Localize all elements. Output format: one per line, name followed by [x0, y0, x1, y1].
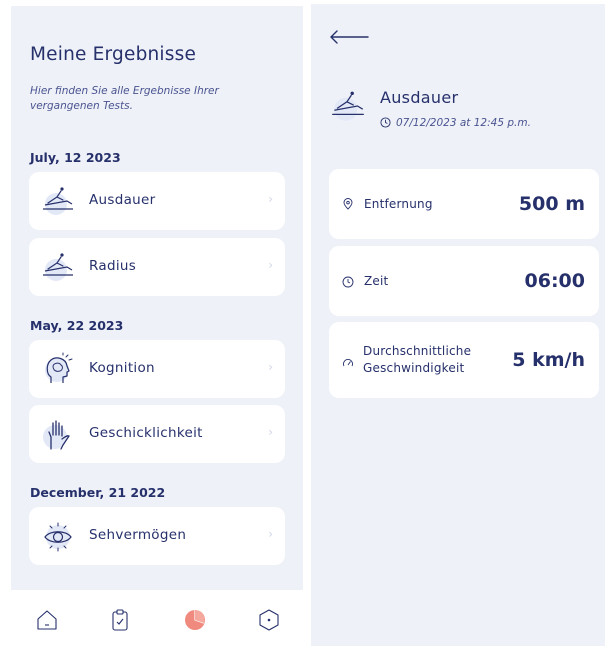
detail-datetime-text: 07/12/2023 at 12:45 p.m.: [396, 117, 531, 129]
chevron-right-icon: ›: [268, 527, 273, 541]
clock-icon: [380, 117, 391, 128]
ski-slope-icon: [43, 187, 73, 215]
metric-card-time: Zeit 06:00: [329, 246, 599, 316]
page-title: Meine Ergebnisse: [30, 44, 197, 65]
result-item-label: Geschicklichkeit: [89, 425, 203, 441]
metric-value: 500 m: [518, 193, 585, 215]
pie-chart-icon[interactable]: [183, 608, 207, 632]
metric-label: Zeit: [364, 274, 389, 288]
result-item-label: Kognition: [89, 360, 155, 376]
result-item-radius[interactable]: Radius ›: [29, 238, 285, 296]
results-panel: Meine Ergebnisse Hier finden Sie alle Er…: [11, 6, 303, 646]
result-item-kognition[interactable]: Kognition ›: [29, 340, 285, 398]
group-date: July, 12 2023: [30, 150, 121, 165]
metric-label: Entfernung: [364, 197, 433, 211]
hexagon-icon[interactable]: [257, 608, 281, 632]
result-item-geschicklichkeit[interactable]: Geschicklichkeit ›: [29, 405, 285, 463]
clipboard-check-icon[interactable]: [108, 608, 132, 632]
chevron-right-icon: ›: [268, 360, 273, 374]
result-item-ausdauer[interactable]: Ausdauer ›: [29, 172, 285, 230]
detail-title: Ausdauer: [380, 88, 459, 107]
metric-label-line: Geschwindigkeit: [363, 361, 465, 375]
result-item-label: Radius: [89, 258, 137, 274]
chevron-right-icon: ›: [268, 192, 273, 206]
group-date: December, 21 2022: [30, 485, 166, 500]
detail-datetime: 07/12/2023 at 12:45 p.m.: [380, 117, 531, 129]
bottom-navbar: [11, 590, 303, 646]
clock-icon: [342, 276, 354, 288]
back-arrow-icon[interactable]: [328, 29, 370, 45]
chevron-right-icon: ›: [268, 425, 273, 439]
speedometer-icon: [343, 359, 353, 367]
metric-label: Durchschnittliche Geschwindigkeit: [363, 343, 471, 377]
chevron-right-icon: ›: [268, 258, 273, 272]
ski-slope-icon: [332, 91, 364, 121]
home-icon[interactable]: [35, 608, 59, 632]
location-pin-icon: [343, 198, 353, 210]
page-subtitle: Hier finden Sie alle Ergebnisse Ihrer ve…: [30, 85, 219, 112]
metric-card-speed: Durchschnittliche Geschwindigkeit 5 km/h: [329, 322, 599, 398]
group-date: May, 22 2023: [30, 318, 124, 333]
result-item-label: Ausdauer: [89, 192, 156, 208]
metric-value: 06:00: [524, 270, 585, 292]
ski-slope-icon: [43, 253, 73, 281]
result-item-label: Sehvermögen: [89, 527, 187, 543]
metric-value: 5 km/h: [512, 349, 585, 371]
hand-icon: [43, 420, 70, 450]
brain-head-icon: [45, 352, 73, 383]
detail-panel: Ausdauer 07/12/2023 at 12:45 p.m. Entfer…: [311, 4, 605, 646]
result-item-sehvermoegen[interactable]: Sehvermögen ›: [29, 507, 285, 565]
eye-icon: [44, 522, 72, 552]
metric-label-line: Durchschnittliche: [363, 344, 472, 358]
metric-card-distance: Entfernung 500 m: [329, 169, 599, 239]
